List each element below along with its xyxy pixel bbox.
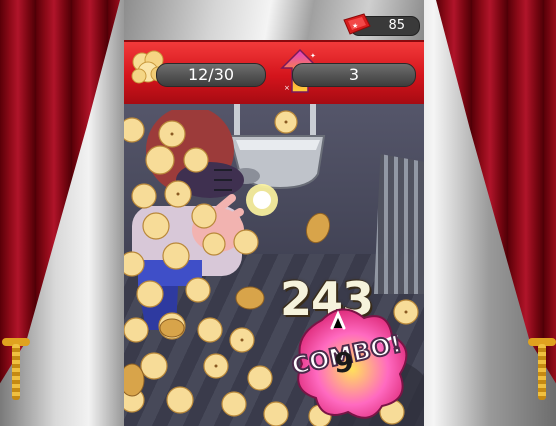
right-tassel-icon	[522, 330, 556, 400]
left-tassel-icon	[0, 330, 36, 400]
ticket-score: 85	[388, 18, 405, 33]
game-screen[interactable]: 85 ★ 12/30 × ✦ 3 243 COMBO! 9	[124, 0, 424, 426]
game-stage: 85 ★ 12/30 × ✦ 3 243 COMBO! 9	[0, 0, 556, 426]
play-area[interactable]: 243 COMBO! 9	[124, 104, 424, 426]
svg-text:✦: ✦	[310, 52, 316, 60]
popcorn-progress: 12/30	[156, 63, 266, 87]
svg-text:×: ×	[284, 84, 290, 92]
ticket-icon: ★	[343, 13, 371, 35]
hud-bar: 12/30 × ✦ 3	[124, 40, 424, 106]
combo-count: 9	[334, 346, 354, 379]
combo-level: 3	[292, 63, 416, 87]
svg-text:★: ★	[352, 22, 358, 30]
